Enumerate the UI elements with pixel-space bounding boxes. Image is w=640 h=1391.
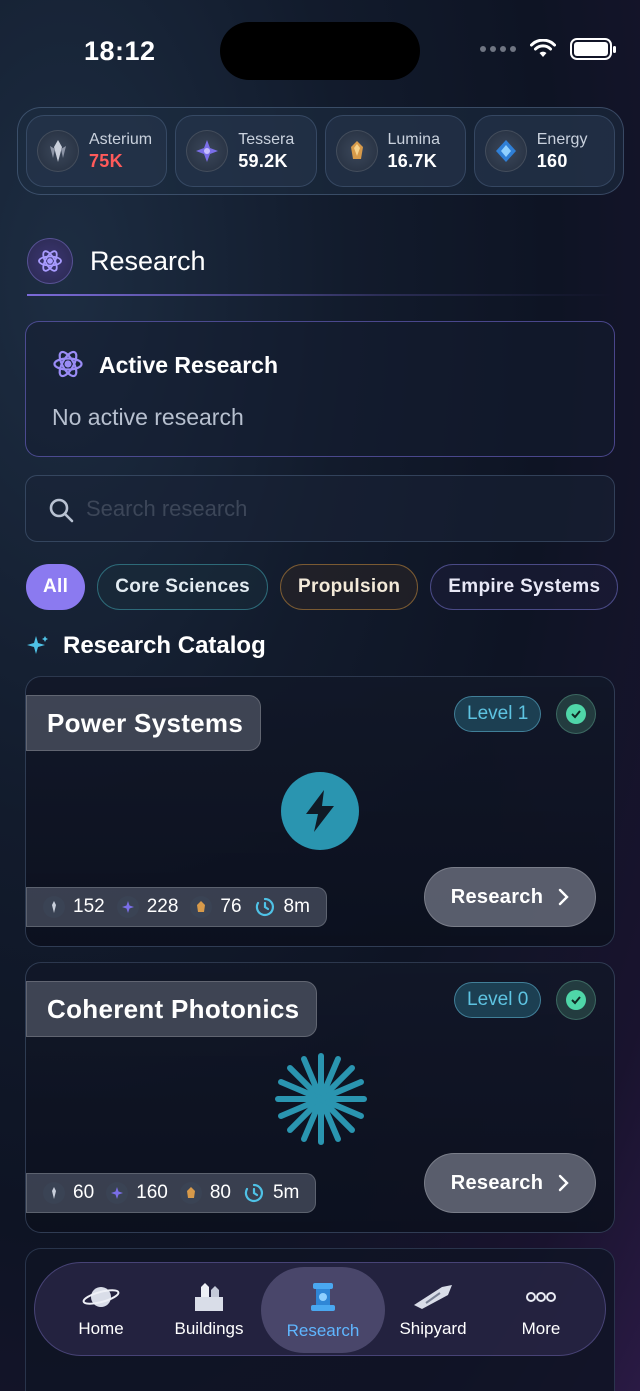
tessera-crystal-icon	[186, 130, 229, 172]
resource-value: 16.7K	[387, 151, 438, 171]
cost-bar: 60 160 80 5m	[26, 1173, 317, 1213]
research-button-label: Research	[450, 885, 544, 908]
filter-chip-propulsion[interactable]: Propulsion	[280, 564, 419, 610]
card-title: Power Systems	[26, 695, 262, 751]
resource-asterium[interactable]: Asterium 75K	[26, 115, 168, 187]
resource-energy[interactable]: Energy 160	[473, 115, 615, 187]
cost-tessera: 160	[136, 1182, 168, 1203]
check-icon	[556, 694, 596, 734]
tab-home[interactable]: Home	[51, 1263, 151, 1357]
level-badge: Level 0	[454, 982, 542, 1018]
tessera-mini-icon	[106, 1182, 129, 1204]
filter-chip-core-sciences[interactable]: Core Sciences	[97, 564, 269, 610]
tab-label: More	[521, 1319, 561, 1338]
resource-tessera[interactable]: Tessera 59.2K	[175, 115, 317, 187]
research-button-label: Research	[450, 1171, 544, 1194]
resource-value: 75K	[89, 151, 123, 171]
chevron-right-icon	[559, 888, 569, 906]
filter-chip-all[interactable]: All	[26, 564, 86, 610]
resource-bar: Asterium 75K Tessera 59.2K Lumina 16.7K …	[17, 107, 624, 195]
level-badge: Level 1	[454, 696, 542, 732]
lumina-mini-icon	[190, 896, 213, 918]
page-title: Research	[90, 246, 206, 276]
chevron-right-icon	[559, 1174, 569, 1192]
active-research-panel: Active Research No active research	[25, 321, 615, 457]
resource-value: 59.2K	[238, 151, 288, 171]
tab-label: Buildings	[174, 1319, 244, 1338]
catalog-title: Research Catalog	[63, 632, 266, 659]
filter-chips: All Core Sciences Propulsion Empire Syst…	[26, 564, 619, 610]
wifi-icon	[530, 39, 556, 57]
cost-bar: 152 228 76 8m	[26, 887, 327, 927]
catalog-heading: Research Catalog	[27, 632, 266, 660]
timer-icon	[244, 1183, 263, 1203]
cost-tessera: 228	[146, 896, 179, 917]
buildings-icon	[195, 1283, 223, 1311]
cellular-signal-icon	[480, 46, 516, 52]
status-bar: 18:12	[0, 0, 640, 100]
battery-icon	[570, 38, 616, 60]
energy-crystal-icon	[484, 130, 527, 172]
search-input[interactable]	[86, 488, 586, 530]
planet-icon	[82, 1287, 120, 1307]
resource-value: 160	[536, 151, 568, 171]
search-icon	[49, 498, 74, 523]
resource-label: Asterium	[89, 131, 153, 148]
atom-icon	[27, 238, 73, 284]
tessera-mini-icon	[116, 896, 139, 918]
tab-label: Home	[78, 1319, 124, 1338]
cost-lumina: 76	[220, 896, 242, 917]
tab-buildings[interactable]: Buildings	[159, 1263, 259, 1357]
asterium-mini-icon	[43, 1182, 65, 1204]
tab-research[interactable]: Research	[261, 1267, 385, 1353]
status-time: 18:12	[84, 36, 156, 66]
cost-asterium: 60	[73, 1182, 95, 1203]
tab-shipyard[interactable]: Shipyard	[383, 1263, 483, 1357]
research-button[interactable]: Research	[424, 1153, 596, 1213]
filter-chip-empire-systems[interactable]: Empire Systems	[430, 564, 619, 610]
starburst-icon	[275, 1053, 367, 1145]
card-title: Coherent Photonics	[26, 981, 318, 1037]
cost-time: 5m	[272, 1182, 300, 1203]
lumina-crystal-icon	[335, 130, 378, 172]
research-card-coherent-photonics[interactable]: Coherent Photonics Level 0 60 160 80 5m …	[25, 962, 615, 1233]
header-divider	[27, 294, 613, 296]
cost-lumina: 80	[209, 1182, 231, 1203]
tab-bar: Home Buildings Research Shipyard More	[34, 1262, 606, 1356]
asterium-mini-icon	[43, 896, 65, 918]
sparkle-icon	[27, 636, 48, 654]
search-box	[25, 475, 615, 542]
page-header: Research	[27, 238, 613, 298]
resource-label: Lumina	[387, 131, 440, 148]
cost-asterium: 152	[73, 896, 105, 917]
timer-icon	[255, 897, 274, 917]
research-button[interactable]: Research	[424, 867, 596, 927]
dynamic-island	[220, 22, 420, 80]
active-research-status: No active research	[52, 404, 244, 430]
lightning-bolt-icon	[281, 772, 359, 850]
atom-icon	[52, 348, 84, 385]
active-research-title: Active Research	[99, 352, 278, 378]
check-icon	[556, 980, 596, 1020]
resource-label: Energy	[536, 131, 588, 148]
tab-label: Shipyard	[399, 1319, 467, 1338]
research-card-power-systems[interactable]: Power Systems Level 1 152 228 76 8m Rese…	[25, 676, 615, 947]
research-lab-icon	[311, 1283, 335, 1311]
status-indicators	[480, 38, 616, 60]
asterium-crystal-icon	[37, 130, 79, 172]
more-dots-icon	[526, 1292, 556, 1302]
lumina-mini-icon	[179, 1182, 202, 1204]
cost-time: 8m	[283, 896, 310, 917]
tab-more[interactable]: More	[491, 1263, 591, 1357]
tab-label: Research	[286, 1321, 360, 1340]
resource-label: Tessera	[238, 131, 295, 148]
spaceship-icon	[414, 1285, 452, 1309]
resource-lumina[interactable]: Lumina 16.7K	[324, 115, 466, 187]
